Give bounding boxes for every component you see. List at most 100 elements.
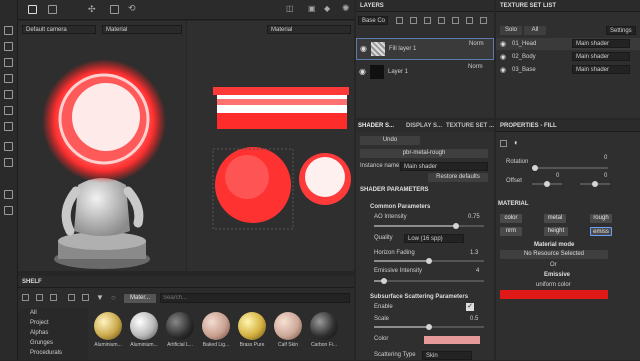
viewport-2d[interactable]: Material (187, 21, 354, 271)
channel-toggle-rough[interactable]: rough (590, 214, 612, 223)
shader-preset-button[interactable]: pbr-metal-rough (360, 149, 488, 158)
offset-x-slider[interactable] (532, 181, 562, 187)
scale-slider[interactable] (374, 324, 484, 330)
grid-icon[interactable] (82, 294, 89, 301)
paint-brush-icon[interactable] (4, 26, 13, 35)
channel-toggle-color[interactable]: color (500, 214, 522, 223)
layer-row[interactable]: ◉ Layer 1 Norm (356, 62, 494, 84)
material-thumb[interactable] (166, 312, 194, 340)
paint-layer-icon[interactable] (396, 17, 403, 24)
offset-x-value[interactable]: 0 (556, 171, 559, 181)
category-item[interactable]: Procedurals (30, 348, 62, 358)
emissive-intensity-value[interactable]: 4 (476, 266, 479, 276)
channel-toggle-emiss[interactable]: emiss (590, 227, 612, 236)
save-icon[interactable] (50, 294, 57, 301)
no-resource-button[interactable]: No Resource Selected (500, 250, 608, 259)
tab-display-settings[interactable]: DISPLAY S... (406, 120, 442, 132)
smudge-icon[interactable] (4, 90, 13, 99)
material-sphere-icon[interactable]: ◐ (514, 138, 519, 147)
material-thumb[interactable] (94, 312, 122, 340)
scattering-type-select[interactable]: Skin (422, 351, 472, 360)
video-icon[interactable]: ▣ (308, 4, 316, 13)
tab-shader-settings[interactable]: SHADER S... (358, 120, 394, 132)
rotation-value[interactable]: 0 (604, 153, 607, 163)
category-item[interactable]: Grunges (30, 338, 53, 348)
material-thumb[interactable] (238, 312, 266, 340)
hide-icon[interactable] (68, 294, 75, 301)
channel-toggle-metal[interactable]: metal (544, 214, 566, 223)
horizon-fading-value[interactable]: 1.3 (470, 248, 478, 258)
emissive-color-swatch[interactable] (500, 290, 608, 299)
radio-icon[interactable]: ◉ (500, 66, 506, 74)
radio-icon[interactable]: ◉ (500, 53, 506, 61)
picker-icon[interactable] (4, 122, 13, 131)
category-item[interactable]: Alphas (30, 328, 48, 338)
layer-blend-mode[interactable]: Norm (468, 62, 483, 72)
restore-defaults-button[interactable]: Restore defaults (428, 173, 488, 182)
sun-icon[interactable]: ✺ (342, 3, 350, 14)
folder-icon[interactable] (452, 17, 459, 24)
export-icon[interactable] (4, 206, 13, 215)
channel-toggle-height[interactable]: height (544, 227, 568, 236)
visibility-eye-icon[interactable]: ◉ (360, 44, 367, 53)
channel-select[interactable]: Base Co (358, 16, 388, 25)
camera-icon[interactable]: ◫ (286, 4, 294, 13)
material-thumb[interactable] (130, 312, 158, 340)
layer-blend-mode[interactable]: Norm (469, 39, 484, 49)
instance-name-field[interactable]: Main shader (400, 162, 488, 171)
category-item[interactable]: All (30, 308, 37, 318)
layer-row[interactable]: ◉ Fill layer 1 Norm (356, 38, 494, 60)
texture-set-row[interactable]: ◉ 03_Base Main shader (496, 64, 640, 76)
emissive-intensity-slider[interactable] (374, 278, 484, 284)
quality-select[interactable]: Low (16 spp) (404, 234, 464, 243)
mask-icon[interactable] (424, 17, 431, 24)
texture-set-row[interactable]: ◉ 02_Body Main shader (496, 51, 640, 63)
box-icon[interactable]: ◆ (324, 4, 330, 13)
rotation-slider[interactable] (532, 165, 608, 171)
material-thumb[interactable] (202, 312, 230, 340)
viewport-channel-select[interactable]: Material (102, 25, 182, 34)
new-folder-icon[interactable] (22, 294, 29, 301)
texture-set-row[interactable]: ◉ 01_Head Main shader (496, 38, 640, 50)
ao-intensity-slider[interactable] (374, 223, 484, 229)
scale-value[interactable]: 0.5 (470, 314, 478, 324)
offset-y-slider[interactable] (580, 181, 610, 187)
import-icon[interactable] (36, 294, 43, 301)
sss-color-swatch[interactable] (424, 336, 480, 344)
fill-properties-icon[interactable] (500, 140, 507, 147)
horizon-fading-slider[interactable] (374, 258, 484, 264)
grid-view-icon[interactable] (28, 5, 37, 14)
bake-icon[interactable] (4, 142, 13, 151)
enable-checkbox[interactable]: ✓ (466, 303, 474, 311)
offset-y-value[interactable]: 0 (604, 171, 607, 181)
camera-select[interactable]: Default camera (22, 25, 96, 34)
settings-select[interactable]: Settings (606, 26, 636, 35)
visibility-eye-icon[interactable]: ◉ (359, 67, 366, 76)
symmetry-icon[interactable]: ✣ (88, 4, 96, 15)
material-thumb[interactable] (274, 312, 302, 340)
common-parameters-header[interactable]: Common Parameters (370, 202, 430, 212)
fit-icon[interactable] (110, 5, 119, 14)
instance-icon[interactable] (466, 17, 473, 24)
filter-icon[interactable]: ▼ (96, 293, 104, 302)
sss-parameters-header[interactable]: Subsurface Scattering Parameters (370, 292, 468, 302)
texture-set-shader[interactable]: Main shader (572, 39, 630, 48)
texture-set-shader[interactable]: Main shader (572, 65, 630, 74)
fill-layer-icon[interactable] (410, 17, 417, 24)
undo-button[interactable]: Undo (360, 136, 420, 145)
tab-texture-set-settings[interactable]: TEXTURE SET ... (446, 120, 494, 132)
shelf-search-input[interactable] (160, 293, 350, 303)
ao-intensity-value[interactable]: 0.75 (468, 212, 480, 222)
filter-chip[interactable]: Mater... (124, 294, 156, 303)
channel-toggle-nrm[interactable]: nrm (500, 227, 522, 236)
eraser-icon[interactable] (4, 42, 13, 51)
category-item[interactable]: Project (30, 318, 49, 328)
grid-view-2d-icon[interactable] (48, 5, 57, 14)
photoshop-icon[interactable] (4, 190, 13, 199)
delete-icon[interactable] (480, 17, 487, 24)
history-icon[interactable]: ⟲ (128, 3, 136, 14)
polygon-fill-icon[interactable] (4, 74, 13, 83)
effect-icon[interactable] (438, 17, 445, 24)
radio-icon[interactable]: ◉ (500, 40, 506, 48)
display-icon[interactable] (4, 158, 13, 167)
